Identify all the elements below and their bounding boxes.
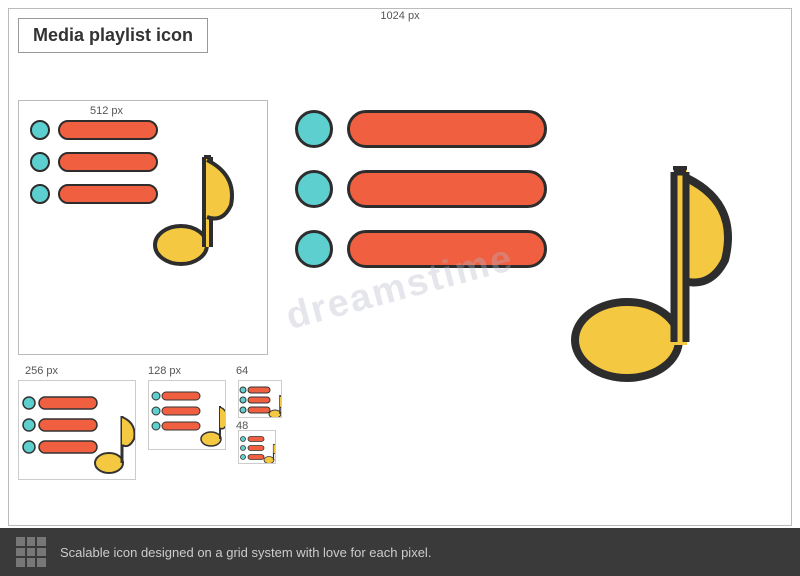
dim-label-128: 128 px — [148, 365, 181, 377]
music-note-large — [555, 120, 755, 400]
bar-2-med — [58, 152, 158, 172]
dot-3-large — [295, 230, 333, 268]
dim-label-64: 64 — [236, 365, 248, 377]
grid-icon — [16, 537, 46, 567]
bar-2-large — [347, 170, 547, 208]
preview-48 — [238, 430, 276, 464]
bottom-text: Scalable icon designed on a grid system … — [60, 545, 431, 560]
bar-1-med — [58, 120, 158, 140]
dot-3-med — [30, 184, 50, 204]
medium-icon — [30, 120, 235, 320]
dot-2-med — [30, 152, 50, 172]
dim-label-256: 256 px — [25, 365, 58, 377]
dot-2-large — [295, 170, 333, 208]
dim-label-512: 512 px — [90, 105, 123, 117]
preview-64 — [238, 380, 282, 418]
dim-label-1024: 1024 px — [380, 10, 419, 22]
music-note-medium — [145, 135, 245, 280]
large-icon — [295, 100, 755, 450]
preview-256 — [18, 380, 136, 480]
preview-128 — [148, 380, 226, 450]
dot-1-large — [295, 110, 333, 148]
bottom-bar: Scalable icon designed on a grid system … — [0, 528, 800, 576]
dot-1-med — [30, 120, 50, 140]
bar-3-med — [58, 184, 158, 204]
bar-1-large — [347, 110, 547, 148]
bar-3-large — [347, 230, 547, 268]
